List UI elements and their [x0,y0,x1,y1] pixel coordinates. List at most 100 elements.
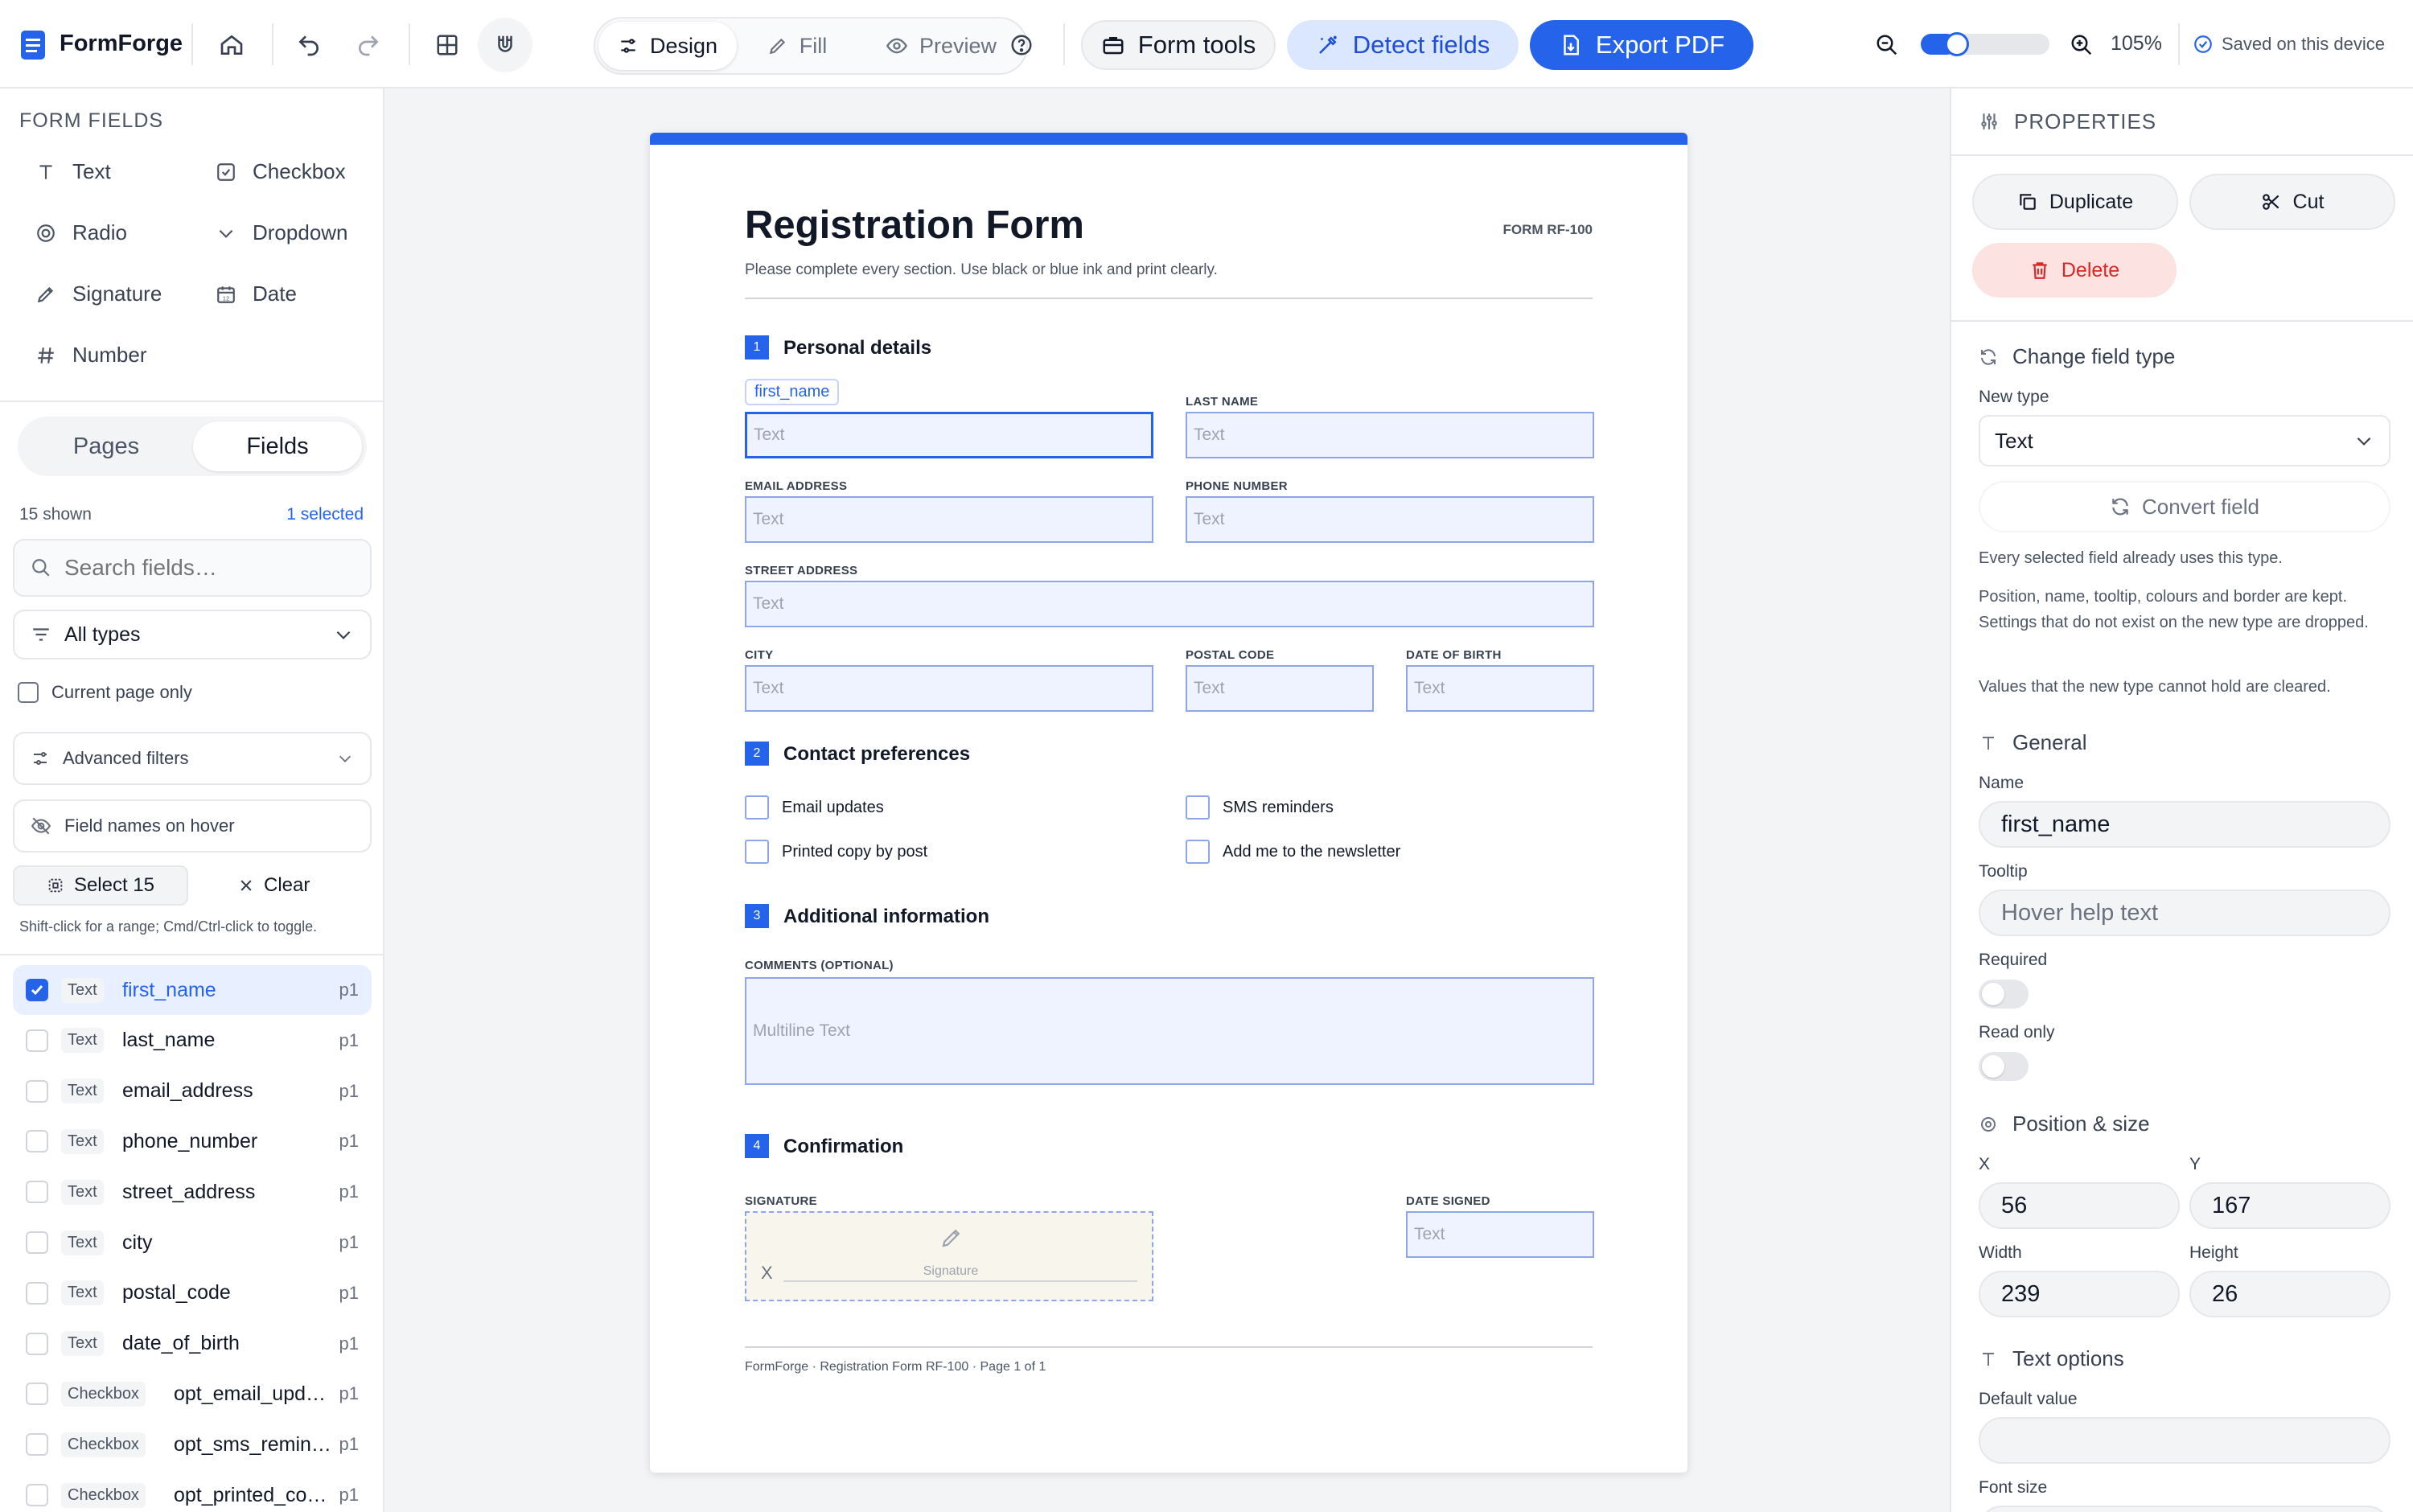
field-select-checkbox[interactable] [26,1433,48,1457]
height-input[interactable]: 26 [2189,1271,2390,1317]
tab-fields[interactable]: Fields [193,421,362,471]
grid-button[interactable] [420,18,475,72]
date-of-birth-field[interactable]: Text [1406,665,1594,712]
tab-design[interactable]: Design [598,22,737,70]
default-value-input[interactable] [1979,1417,2390,1464]
delete-button[interactable]: Delete [1972,243,2177,298]
field-select-checkbox[interactable] [26,979,48,1001]
tooltip-input[interactable]: Hover help text [1979,890,2390,936]
field-select-checkbox[interactable] [26,1029,48,1052]
cut-button[interactable]: Cut [2189,174,2395,230]
width-label: Width [1979,1243,2022,1262]
type-note: Every selected field already uses this t… [1979,549,2283,567]
search-input[interactable] [64,555,354,581]
name-input[interactable]: first_name [1979,801,2390,848]
street-address-field[interactable]: Text [745,581,1594,627]
read-only-toggle[interactable] [1979,1052,2029,1081]
app-name: FormForge [60,31,183,56]
field-list-item[interactable]: Text first_name p1 [13,965,372,1015]
field-name: opt_printed_co… [174,1483,327,1506]
required-toggle[interactable] [1979,980,2029,1009]
field-list-item[interactable]: Checkbox opt_email_upd… p1 [13,1369,372,1419]
signature-field[interactable]: X Signature [745,1211,1153,1301]
checkbox-box[interactable] [745,840,769,864]
field-select-checkbox[interactable] [26,1484,48,1506]
field-select-checkbox[interactable] [26,1231,48,1254]
width-input[interactable]: 239 [1979,1271,2180,1317]
newsletter-checkbox[interactable]: Add me to the newsletter [1186,840,1400,864]
duplicate-button[interactable]: Duplicate [1972,174,2178,230]
comments-field[interactable]: Multiline Text [745,977,1594,1085]
field-list-item[interactable]: Text last_name p1 [13,1016,372,1066]
field-type-dropdown[interactable]: Dropdown [216,220,348,245]
y-input[interactable]: 167 [2189,1182,2390,1229]
email-field[interactable]: Text [745,496,1153,543]
field-list-item[interactable]: Checkbox opt_printed_co… p1 [13,1470,372,1512]
checkbox-box[interactable] [18,682,39,703]
field-select-checkbox[interactable] [26,1181,48,1204]
field-label: SIGNATURE [745,1194,817,1208]
clear-button[interactable]: Clear [238,865,310,906]
printed-copy-checkbox[interactable]: Printed copy by post [745,840,927,864]
search-field[interactable] [13,539,372,597]
field-list-item[interactable]: Text street_address p1 [13,1167,372,1217]
x-input[interactable]: 56 [1979,1182,2180,1229]
phone-field[interactable]: Text [1186,496,1594,543]
font-size-input[interactable] [1979,1506,2390,1512]
first-name-field[interactable]: Text [745,412,1153,458]
home-button[interactable] [204,18,259,72]
city-field[interactable]: Text [745,665,1153,712]
field-type-date[interactable]: 12 Date [216,281,297,306]
refresh-icon [2112,498,2128,516]
snap-magnet-button[interactable] [478,18,532,72]
field-type-tag: Checkbox [61,1432,146,1457]
properties-panel: PROPERTIES Duplicate Cut Delete Change f… [1950,88,2413,1512]
field-list-item[interactable]: Text phone_number p1 [13,1116,372,1166]
select-all-button[interactable]: Select 15 [13,865,188,906]
text-icon [1983,736,1994,750]
undo-button[interactable] [282,18,336,72]
field-type-checkbox[interactable]: Checkbox [216,159,346,184]
magnet-icon [498,35,512,52]
field-list-item[interactable]: Text email_address p1 [13,1066,372,1116]
field-select-checkbox[interactable] [26,1079,48,1103]
postal-code-field[interactable]: Text [1186,665,1374,712]
last-name-field[interactable]: Text [1186,412,1594,458]
checkbox-box[interactable] [1186,795,1210,820]
detect-fields-button[interactable]: Detect fields [1287,20,1519,70]
zoom-in-button[interactable] [2054,18,2109,72]
field-list-item[interactable]: Text date_of_birth p1 [13,1319,372,1369]
tab-fill[interactable]: Fill [740,22,854,70]
sms-reminders-checkbox[interactable]: SMS reminders [1186,795,1334,820]
field-type-radio[interactable]: Radio [35,220,127,245]
field-select-checkbox[interactable] [26,1332,48,1355]
field-names-hover-toggle[interactable]: Field names on hover [13,799,372,853]
date-signed-field[interactable]: Text [1406,1211,1594,1258]
redo-button[interactable] [341,18,396,72]
convert-field-button[interactable]: Convert field [1979,481,2390,532]
zoom-slider[interactable] [1921,32,2049,56]
field-select-checkbox[interactable] [26,1383,48,1406]
export-pdf-button[interactable]: Export PDF [1530,20,1753,70]
zoom-out-button[interactable] [1860,18,1914,72]
help-button[interactable] [994,18,1049,72]
field-list-item[interactable]: Text postal_code p1 [13,1268,372,1318]
field-type-number[interactable]: Number [35,343,146,368]
email-updates-checkbox[interactable]: Email updates [745,795,884,820]
checkbox-box[interactable] [1186,840,1210,864]
advanced-filters-toggle[interactable]: Advanced filters [13,732,372,785]
field-list-item[interactable]: Text city p1 [13,1218,372,1268]
field-select-checkbox[interactable] [26,1130,48,1153]
field-list-item[interactable]: Checkbox opt_sms_remin… p1 [13,1420,372,1469]
form-tools-button[interactable]: Form tools [1081,20,1276,70]
selected-count[interactable]: 1 selected [286,505,364,524]
field-type-text[interactable]: Text [35,159,111,184]
field-select-checkbox[interactable] [26,1281,48,1305]
zoom-slider-thumb[interactable] [1944,32,1969,56]
current-page-only-checkbox[interactable]: Current page only [18,682,192,703]
type-filter-select[interactable]: All types [13,610,372,659]
checkbox-box[interactable] [745,795,769,820]
new-type-select[interactable]: Text [1979,415,2390,466]
tab-pages[interactable]: Pages [23,421,190,471]
field-type-signature[interactable]: Signature [35,281,162,306]
